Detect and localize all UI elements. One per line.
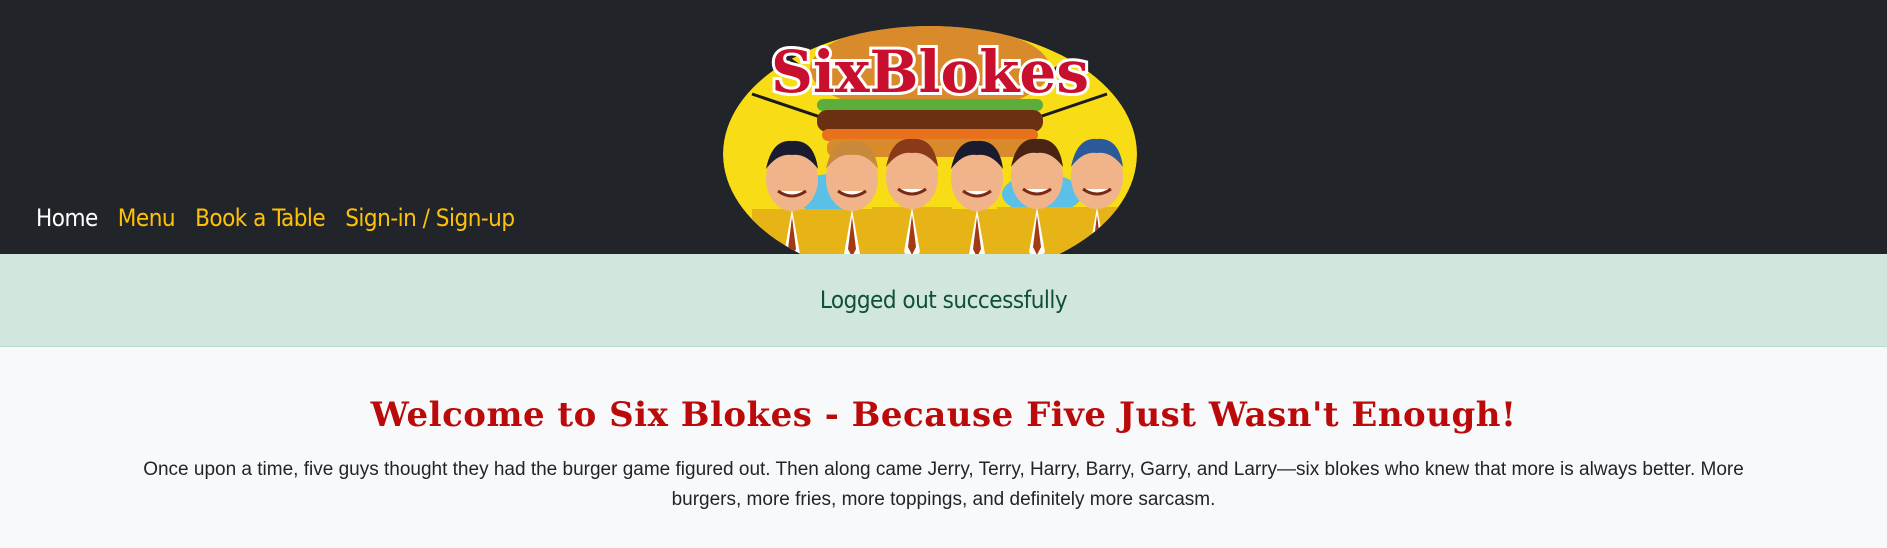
nav-link-menu[interactable]: Menu	[118, 204, 176, 232]
intro-paragraph: Once upon a time, five guys thought they…	[143, 459, 1744, 510]
nav-links: Home Menu Book a Table Sign-in / Sign-up	[36, 204, 515, 232]
navbar: Home Menu Book a Table Sign-in / Sign-up	[0, 0, 1887, 254]
alert-message: Logged out successfully	[819, 286, 1068, 314]
logout-alert: Logged out successfully	[0, 254, 1887, 347]
nav-link-home[interactable]: Home	[36, 204, 98, 232]
logo-text: SixBlokes	[771, 38, 1089, 106]
burger-logo-icon[interactable]: SixBlokes	[722, 24, 1139, 254]
nav-link-book-table[interactable]: Book a Table	[195, 204, 326, 232]
main-content: Welcome to Six Blokes - Because Five Jus…	[0, 347, 1887, 515]
nav-link-sign-in[interactable]: Sign-in / Sign-up	[345, 204, 515, 232]
page-title: Welcome to Six Blokes - Because Five Jus…	[370, 395, 1517, 435]
